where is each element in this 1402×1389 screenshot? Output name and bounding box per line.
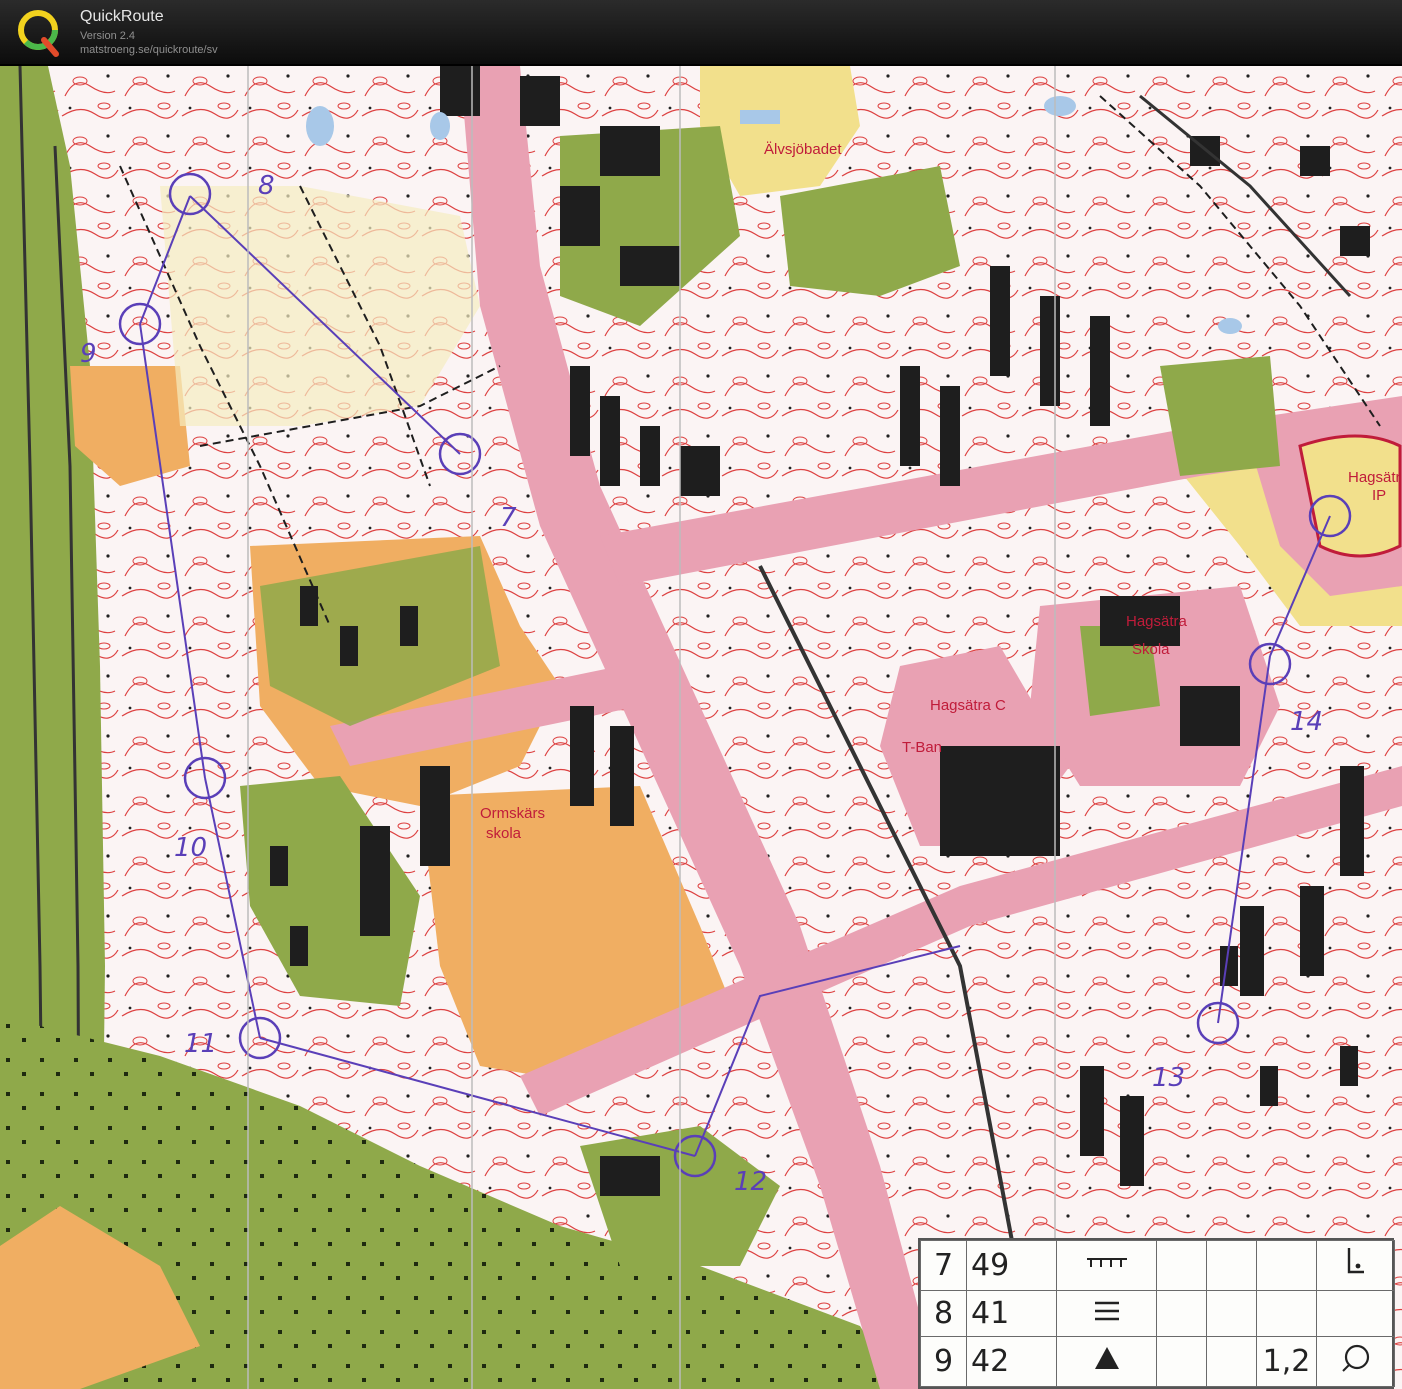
label-ormskars: Ormskärs	[480, 805, 545, 822]
control-number-9: 9	[80, 339, 97, 369]
label-hagsatra-skola-2: Skola	[1132, 641, 1170, 658]
empty-cell	[1156, 1289, 1207, 1338]
label-hagsatra-ip-2: IP	[1372, 487, 1386, 504]
control-order: 7	[920, 1240, 967, 1291]
corner-icon	[1316, 1240, 1395, 1291]
label-tbana: T-Ban	[902, 739, 942, 756]
control-number-13: 13	[1152, 1063, 1185, 1093]
control-code: 42	[966, 1336, 1057, 1387]
app-header: QuickRoute Version 2.4 matstroeng.se/qui…	[0, 0, 1402, 66]
empty-cell	[1156, 1336, 1207, 1387]
quickroute-logo-icon	[16, 6, 64, 58]
label-hagsatra-ip-1: Hagsätr	[1348, 469, 1401, 486]
control-order: 9	[920, 1336, 967, 1387]
control-code: 41	[966, 1289, 1057, 1338]
control-number-10: 10	[174, 833, 207, 863]
description-row: 9 42 1,2	[920, 1336, 1395, 1387]
triangle-icon	[1056, 1336, 1157, 1387]
control-code: 49	[966, 1240, 1057, 1291]
app-title: QuickRoute	[80, 8, 164, 25]
label-ormskars-skola: skola	[486, 825, 522, 842]
control-number-7: 7	[500, 503, 517, 533]
control-number-11: 11	[184, 1029, 217, 1059]
description-row: 8 41	[920, 1289, 1395, 1338]
empty-cell	[1206, 1240, 1257, 1291]
control-number-14: 14	[1290, 707, 1323, 737]
empty-cell	[1206, 1336, 1257, 1387]
empty-cell	[1316, 1289, 1395, 1338]
label-alvsjobadet: Älvsjöbadet	[764, 141, 842, 158]
empty-cell	[1206, 1289, 1257, 1338]
control-number-8: 8	[258, 171, 275, 201]
orienteering-map[interactable]: 7 8 9 10 11 12 13 14 Älvsjöbadet Hagsätr…	[0, 66, 1402, 1389]
ruler-fence-icon	[1056, 1240, 1157, 1291]
description-row: 7 49	[920, 1240, 1395, 1291]
empty-cell	[1156, 1240, 1207, 1291]
control-description-sheet: 7 49 8 41 9 42 1,2	[918, 1238, 1395, 1389]
empty-cell	[1256, 1240, 1317, 1291]
triple-line-icon	[1056, 1289, 1157, 1338]
app-url[interactable]: matstroeng.se/quickroute/sv	[80, 44, 218, 56]
garden-block-east	[1160, 356, 1280, 476]
control-number-12: 12	[734, 1167, 767, 1197]
empty-cell	[1256, 1289, 1317, 1338]
app-version: Version 2.4	[80, 30, 136, 42]
control-order: 8	[920, 1289, 967, 1338]
label-hagsatra-c: Hagsätra C	[930, 697, 1006, 714]
label-hagsatra-skola-1: Hagsätra	[1126, 613, 1188, 630]
circle-icon	[1316, 1336, 1395, 1387]
dimension-value: 1,2	[1256, 1336, 1317, 1387]
